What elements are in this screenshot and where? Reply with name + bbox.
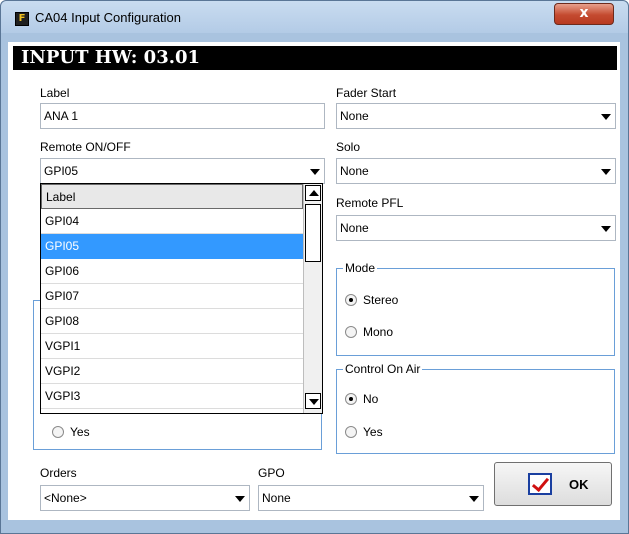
radio-icon: [345, 426, 357, 438]
ok-button[interactable]: OK: [494, 462, 612, 506]
checkmark-icon: [528, 473, 552, 495]
close-button[interactable]: x: [554, 3, 614, 25]
mode-group-title: Mode: [343, 261, 378, 275]
onair-no-label: No: [363, 392, 379, 406]
chevron-down-icon[interactable]: [601, 226, 611, 232]
dropdown-item-vgpi2[interactable]: VGPI2: [41, 359, 303, 384]
radio-icon: [52, 426, 64, 438]
chevron-down-icon[interactable]: [469, 496, 479, 502]
fader-start-caption: Fader Start: [336, 86, 397, 100]
orders-select[interactable]: <None>: [40, 485, 250, 511]
control-on-air-title: Control On Air: [343, 362, 423, 376]
mode-mono-radio[interactable]: Mono: [345, 324, 393, 340]
remote-pfl-caption: Remote PFL: [336, 196, 404, 210]
onair-yes-label: Yes: [363, 425, 383, 439]
solo-select[interactable]: None: [336, 158, 616, 184]
mode-stereo-label: Stereo: [363, 293, 399, 307]
onair-no-radio[interactable]: No: [345, 391, 378, 407]
onair-yes-radio[interactable]: Yes: [345, 424, 383, 440]
remote-pfl-select[interactable]: None: [336, 215, 616, 241]
dropdown-item-vgpi1[interactable]: VGPI1: [41, 334, 303, 359]
remote-onoff-select[interactable]: GPI05: [40, 158, 325, 184]
scroll-thumb[interactable]: [305, 204, 321, 262]
dropdown-header: Label: [41, 184, 303, 209]
fader-start-value: None: [340, 109, 369, 123]
remote-yes-radio[interactable]: Yes: [52, 424, 90, 440]
orders-value: <None>: [44, 491, 87, 505]
radio-icon: [345, 326, 357, 338]
app-icon: F: [15, 12, 29, 26]
scroll-up-icon[interactable]: [305, 185, 321, 201]
scroll-down-icon[interactable]: [305, 393, 321, 409]
solo-value: None: [340, 164, 369, 178]
dropdown-item-gpi04[interactable]: GPI04: [41, 209, 303, 234]
orders-caption: Orders: [40, 466, 77, 480]
window-title: CA04 Input Configuration: [35, 10, 181, 25]
chevron-down-icon[interactable]: [310, 169, 320, 175]
dropdown-item-gpi08[interactable]: GPI08: [41, 309, 303, 334]
dropdown-item-gpi05[interactable]: GPI05: [41, 234, 303, 259]
label-input[interactable]: ANA 1: [40, 103, 325, 129]
chevron-down-icon[interactable]: [601, 169, 611, 175]
remote-yes-label: Yes: [70, 425, 90, 439]
dropdown-item-gpi06[interactable]: GPI06: [41, 259, 303, 284]
mode-group-box: Mode: [336, 261, 615, 356]
gpo-value: None: [262, 491, 291, 505]
dropdown-item-vgpi3[interactable]: VGPI3: [41, 384, 303, 409]
radio-selected-icon: [345, 294, 357, 306]
remote-onoff-value: GPI05: [44, 164, 79, 178]
input-hw-header: INPUT HW: 03.01: [13, 46, 617, 70]
remote-onoff-dropdown-list[interactable]: Label GPI04 GPI05 GPI06 GPI07 GPI08 VGPI…: [40, 183, 323, 414]
close-icon: x: [579, 5, 589, 21]
chevron-down-icon[interactable]: [601, 114, 611, 120]
gpo-select[interactable]: None: [258, 485, 484, 511]
solo-caption: Solo: [336, 140, 361, 154]
dropdown-scrollbar[interactable]: [303, 184, 322, 413]
control-on-air-group-box: Control On Air: [336, 362, 615, 454]
gpo-caption: GPO: [258, 466, 285, 480]
chevron-down-icon[interactable]: [235, 496, 245, 502]
remote-onoff-caption: Remote ON/OFF: [40, 140, 131, 154]
ok-label: OK: [569, 477, 589, 492]
remote-pfl-value: None: [340, 221, 369, 235]
radio-selected-icon: [345, 393, 357, 405]
label-caption: Label: [40, 86, 70, 100]
mode-stereo-radio[interactable]: Stereo: [345, 292, 398, 308]
fader-start-select[interactable]: None: [336, 103, 616, 129]
title-bar[interactable]: F CA04 Input Configuration x: [1, 1, 628, 33]
mode-mono-label: Mono: [363, 325, 394, 339]
dropdown-item-gpi07[interactable]: GPI07: [41, 284, 303, 309]
